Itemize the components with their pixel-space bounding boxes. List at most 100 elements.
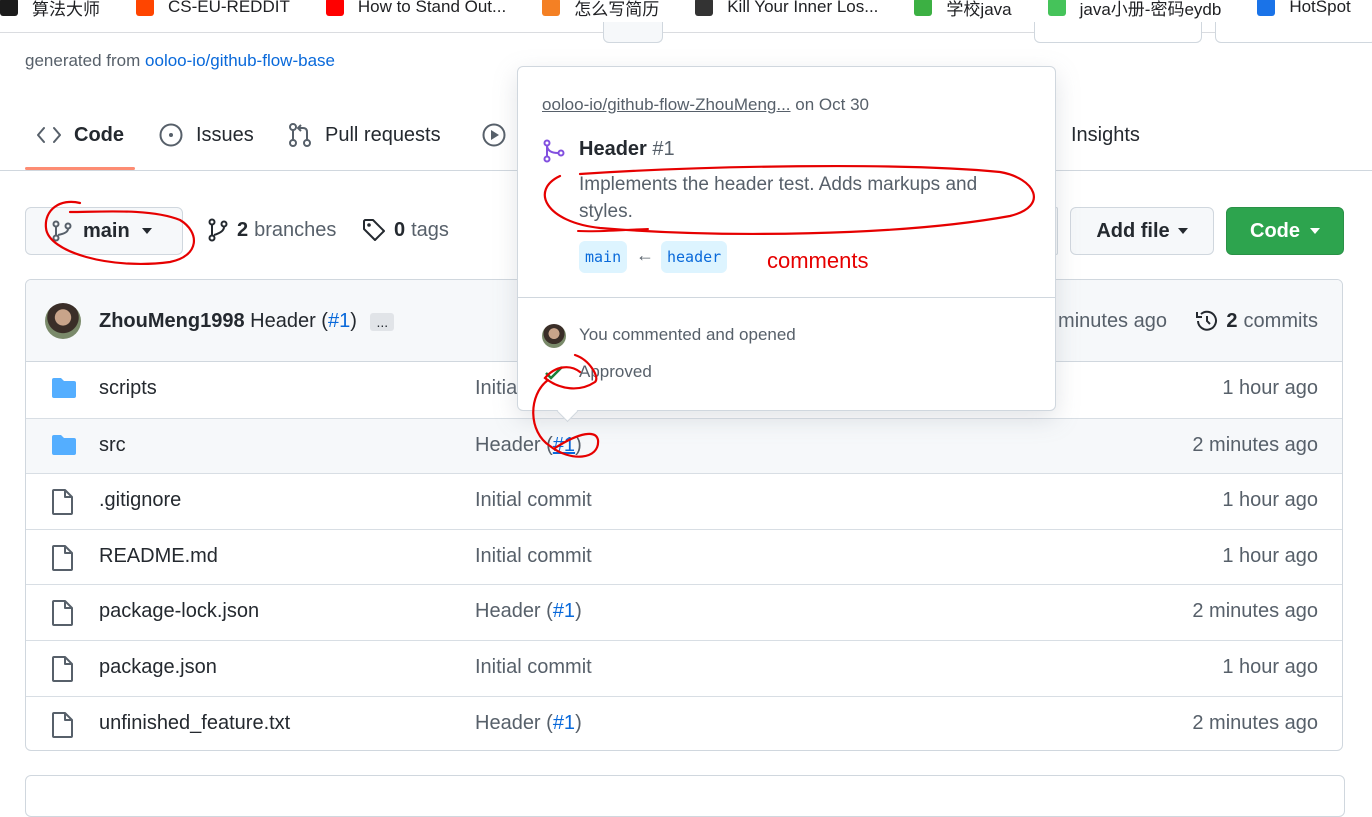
file-name-link[interactable]: .gitignore bbox=[99, 489, 181, 512]
annotation-comments-label: comments bbox=[767, 248, 869, 273]
commit-message-end: ) bbox=[575, 433, 582, 456]
commit-message-link[interactable]: Header (#1) bbox=[475, 434, 582, 457]
bookmark-item[interactable]: Kill Your Inner Los... bbox=[695, 0, 878, 16]
table-row[interactable]: README.md Initial commit 1 hour ago bbox=[26, 528, 1342, 584]
base-branch-label[interactable]: main bbox=[579, 241, 628, 273]
pr-number: #1 bbox=[652, 138, 675, 160]
bookmark-item[interactable]: CS-EU-REDDIT bbox=[136, 0, 290, 16]
tab-actions[interactable] bbox=[481, 120, 519, 150]
commit-message-text: Initial commit bbox=[475, 489, 592, 512]
head-branch-label[interactable]: header bbox=[661, 241, 728, 273]
visibility-badge bbox=[603, 22, 663, 43]
popover-repo-line: ooloo-io/github-flow-ZhouMeng... on Oct … bbox=[542, 95, 869, 115]
file-icon bbox=[51, 600, 73, 632]
file-icon bbox=[51, 544, 73, 577]
bookmark-item[interactable]: How to Stand Out... bbox=[325, 0, 507, 16]
branches-link[interactable]: 2 branches bbox=[207, 218, 336, 242]
file-icon bbox=[51, 711, 73, 744]
tab-code-label: Code bbox=[74, 123, 124, 146]
commit-message-link[interactable]: Header (#1) bbox=[475, 712, 582, 735]
star-button[interactable] bbox=[1215, 22, 1372, 43]
youtube-icon bbox=[325, 0, 344, 16]
pr-link[interactable]: #1 bbox=[553, 434, 575, 456]
branches-label: branches bbox=[254, 218, 337, 241]
left-arrow-icon: ← bbox=[636, 245, 654, 265]
x-logo-icon bbox=[0, 0, 18, 16]
popover-divider bbox=[518, 297, 1055, 298]
tags-count: 0 bbox=[394, 218, 406, 241]
file-name-link[interactable]: scripts bbox=[99, 377, 157, 400]
green-leaf-icon bbox=[914, 0, 933, 16]
popover-date: on Oct 30 bbox=[795, 95, 869, 114]
commit-message-link[interactable]: Initial commit bbox=[475, 545, 592, 568]
table-row[interactable]: src Header (#1) 2 minutes ago bbox=[26, 417, 1342, 473]
commit-time: 2 minutes ago bbox=[1192, 711, 1318, 734]
avatar[interactable] bbox=[45, 303, 81, 339]
table-row[interactable]: package.json Initial commit 1 hour ago bbox=[26, 640, 1342, 695]
commit-message-text: Header ( bbox=[475, 433, 553, 456]
commit-pr-link[interactable]: #1 bbox=[328, 310, 350, 332]
commit-time: 1 hour ago bbox=[1222, 489, 1318, 512]
issue-icon bbox=[159, 123, 183, 147]
merged-pr-icon bbox=[543, 139, 565, 163]
expand-commit-button[interactable]: ... bbox=[370, 312, 395, 331]
bookmark-item[interactable]: 怎么写简历 bbox=[542, 0, 659, 19]
folder-icon bbox=[51, 434, 77, 462]
table-row[interactable]: package-lock.json Header (#1) 2 minutes ag… bbox=[26, 584, 1342, 639]
commit-time: 2 minutes ago bbox=[1192, 600, 1318, 623]
bookmark-item[interactable]: java小册-密码eydb bbox=[1047, 0, 1221, 19]
tab-insights[interactable]: Insights bbox=[1045, 120, 1140, 150]
tags-label: tags bbox=[411, 218, 449, 241]
commit-time: 1 hour ago bbox=[1222, 377, 1318, 399]
bookmark-item[interactable]: 算法大师 bbox=[0, 0, 100, 19]
tab-pull-requests[interactable]: Pull requests bbox=[287, 120, 441, 150]
check-icon bbox=[545, 366, 563, 380]
table-row[interactable]: unfinished_feature.txt Header (#1) 2 minut… bbox=[26, 695, 1342, 750]
active-tab-indicator bbox=[25, 167, 135, 170]
file-name-link[interactable]: unfinished_feature.txt bbox=[99, 712, 290, 735]
pr-title: Header bbox=[579, 138, 647, 160]
stack-overflow-icon bbox=[542, 0, 561, 16]
wifi-icon bbox=[1257, 0, 1276, 16]
tab-code[interactable]: Code bbox=[36, 120, 124, 150]
tab-issues[interactable]: Issues bbox=[158, 120, 254, 150]
reddit-icon bbox=[136, 0, 154, 16]
table-row[interactable]: .gitignore Initial commit 1 hour ago bbox=[26, 473, 1342, 528]
activity-approved: Approved bbox=[579, 362, 652, 381]
bookmark-item[interactable]: HotSpot bbox=[1257, 0, 1351, 16]
pr-description: Implements the header test. Adds markups… bbox=[579, 174, 978, 222]
bookmark-label: How to Stand Out... bbox=[357, 0, 507, 16]
branch-select-button[interactable]: main bbox=[25, 207, 183, 255]
popover-repo-link[interactable]: ooloo-io/github-flow-ZhouMeng... bbox=[542, 95, 791, 114]
pr-link[interactable]: #1 bbox=[553, 712, 575, 734]
generated-from-text: generated from ooloo-io/github-flow-base bbox=[25, 51, 335, 71]
pr-link[interactable]: #1 bbox=[553, 600, 575, 622]
tab-issues-label: Issues bbox=[196, 123, 254, 146]
commits-history-link[interactable]: 2 commits bbox=[1194, 308, 1318, 334]
commit-message-text: Header ( bbox=[475, 711, 553, 734]
go-to-file-button[interactable] bbox=[1056, 207, 1058, 255]
file-name-link[interactable]: package-lock.json bbox=[99, 600, 259, 623]
bookmark-label: 算法大师 bbox=[32, 0, 100, 19]
template-repo-link[interactable]: ooloo-io/github-flow-base bbox=[145, 51, 335, 70]
tag-icon bbox=[363, 219, 385, 241]
commits-count: 2 bbox=[1226, 309, 1238, 332]
commit-message-link[interactable]: Header (#1) bbox=[475, 600, 582, 623]
commit-message-link[interactable]: Initial commit bbox=[475, 656, 592, 679]
file-name-link[interactable]: README.md bbox=[99, 545, 218, 568]
add-file-button[interactable]: Add file bbox=[1070, 207, 1214, 255]
tab-insights-label: Insights bbox=[1071, 123, 1140, 146]
file-name-link[interactable]: src bbox=[99, 434, 126, 457]
code-dropdown-button[interactable]: Code bbox=[1226, 207, 1344, 255]
branches-count: 2 bbox=[237, 218, 249, 241]
commit-author-link[interactable]: ZhouMeng1998 bbox=[99, 310, 245, 332]
commit-message-text: Initial commit bbox=[475, 544, 592, 567]
popover-pr-title[interactable]: Header #1 bbox=[579, 138, 675, 161]
file-name-link[interactable]: package.json bbox=[99, 656, 217, 679]
watch-button[interactable] bbox=[1034, 22, 1202, 43]
bookmark-item[interactable]: 学校java bbox=[914, 0, 1012, 19]
bookmark-label: CS-EU-REDDIT bbox=[168, 0, 290, 16]
commit-message-link[interactable]: Initial commit bbox=[475, 489, 592, 512]
tags-link[interactable]: 0 tags bbox=[362, 218, 449, 242]
pull-request-icon bbox=[289, 123, 311, 147]
